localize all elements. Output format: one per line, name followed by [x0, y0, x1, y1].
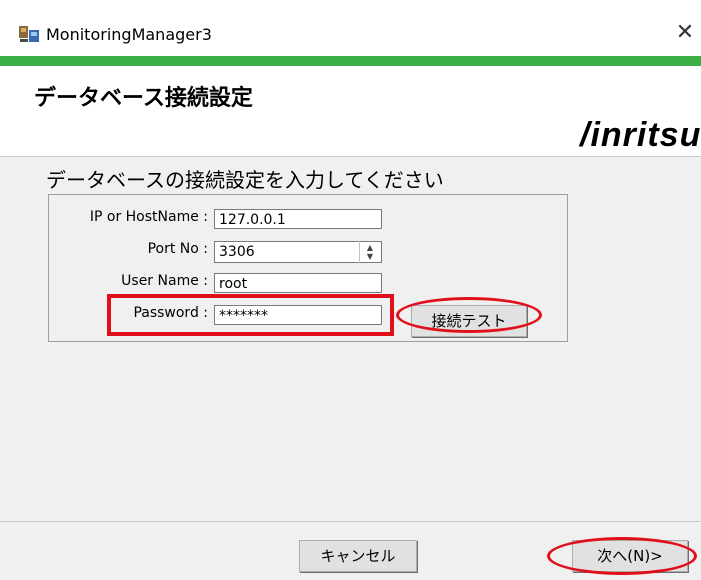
username-field[interactable]: root: [214, 273, 382, 293]
ip-hostname-field[interactable]: 127.0.0.1: [214, 209, 382, 229]
port-label: Port No :: [147, 241, 208, 257]
close-icon[interactable]: ✕: [672, 20, 698, 46]
window-title: MonitoringManager3: [46, 25, 212, 44]
next-button-highlight-ellipse: [547, 537, 697, 575]
port-stepper[interactable]: 3306: [214, 241, 382, 263]
monitoring-app-icon: [18, 24, 40, 44]
accent-bar: [0, 56, 701, 66]
test-button-highlight-ellipse: [396, 297, 542, 333]
instruction-text: データベースの接続設定を入力してください: [46, 168, 444, 192]
ip-label: IP or HostName :: [89, 209, 208, 225]
password-highlight-box: [107, 294, 394, 336]
user-label: User Name :: [121, 273, 208, 289]
spin-up-icon[interactable]: ▲: [363, 243, 377, 252]
page-title: データベース接続設定: [34, 86, 253, 111]
brand-logo: /inritsu: [580, 116, 701, 154]
spin-down-icon[interactable]: ▼: [363, 252, 377, 261]
cancel-button[interactable]: キャンセル: [299, 540, 417, 572]
port-spinner[interactable]: ▲ ▼: [359, 241, 382, 263]
